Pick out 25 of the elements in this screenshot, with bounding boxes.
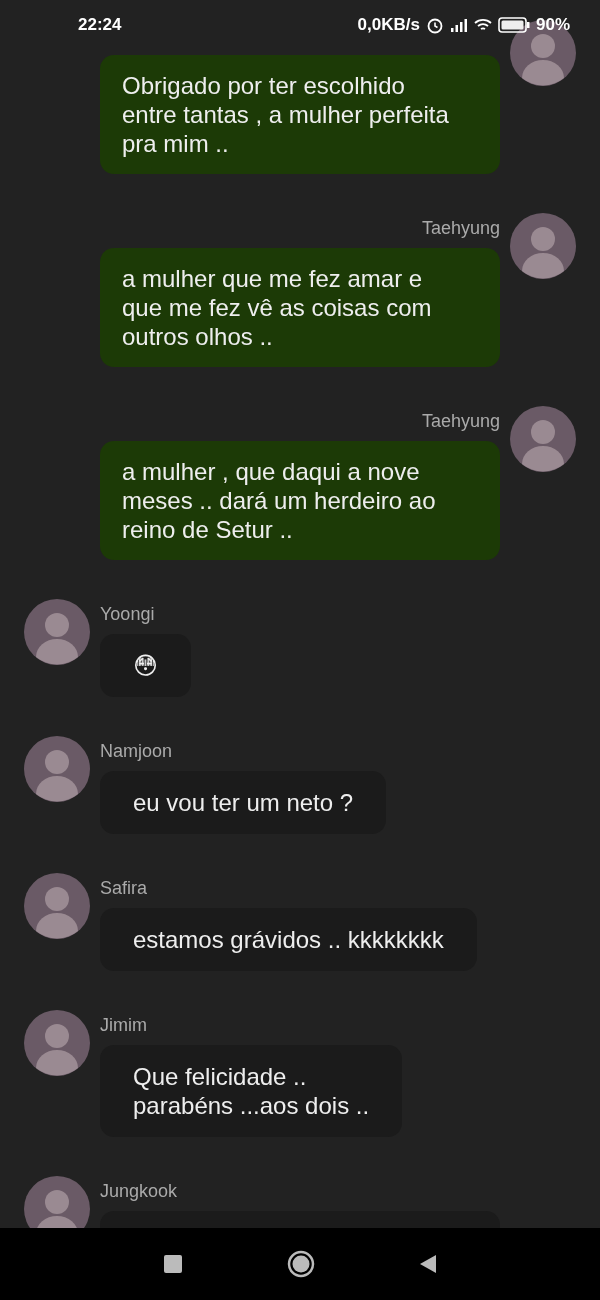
clock: 22:24 [78,15,122,35]
back-button[interactable] [419,1254,437,1274]
sender-name: Taehyung [421,217,500,239]
sender-name: Taehyung [421,410,500,432]
sender-name: Namjoon [100,740,173,762]
network-speed: 0,0KB/s [357,15,420,35]
sender-name: Yoongi [100,603,155,625]
home-button[interactable] [287,1250,315,1278]
alarm-icon [425,16,444,34]
message-bubble: Que felicidade .. parabéns ...aos dois .. [100,1045,403,1137]
message-bubble: eu vou ter um neto ? [100,771,387,834]
recents-button[interactable] [163,1254,183,1274]
avatar[interactable] [510,20,576,86]
sender-name: Jimim [100,1014,147,1036]
message-bubble: estamos grávidos .. kkkkkkkk [100,908,477,971]
sender-name: Jungkook [100,1180,178,1202]
sender-name: Safira [100,877,148,899]
message-bubble: a mulher que me fez amar e que me fez vê as coisas com outros olhos .. [100,248,500,367]
message-bubble: Obrigado por ter escolhido entre tantas , a mulher perfeita pra mim .. [100,55,500,174]
wifi-icon [473,18,492,32]
signal-icon [449,18,468,32]
message-bubble: 😳 [100,634,192,697]
battery-level: 90% [535,15,570,35]
message-bubble: a mulher , que daqui a nove meses .. dará um herdeiro ao reino de Setur .. [100,441,500,560]
battery-icon [497,17,530,33]
